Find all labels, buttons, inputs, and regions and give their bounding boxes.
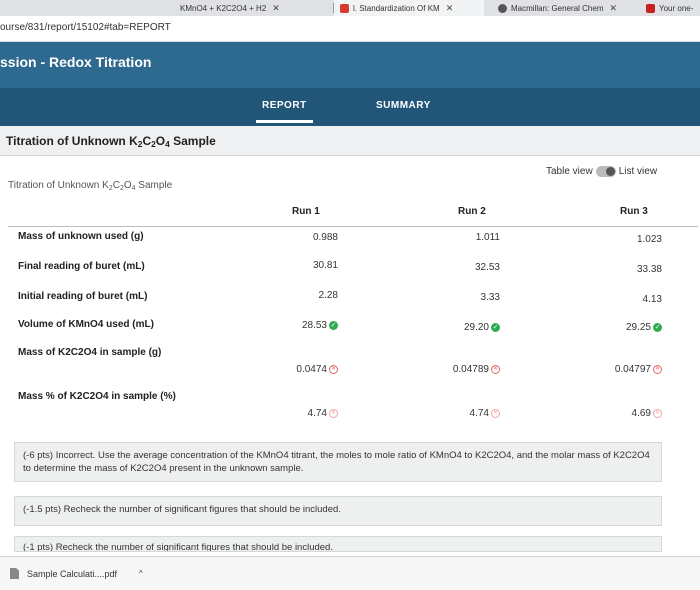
- column-header: Run 1: [292, 206, 320, 217]
- table-cell: 3.33: [480, 292, 500, 303]
- table-cell: 4.74 ✕: [469, 408, 500, 419]
- feedback-text: (-1 pts) Recheck the number of significa…: [23, 542, 333, 552]
- table-cell: 32.53: [474, 262, 500, 273]
- close-icon[interactable]: ✕: [609, 3, 617, 14]
- table-cell: 0.04789 ✕: [452, 364, 500, 375]
- x-circle-icon: ✕: [329, 408, 338, 418]
- checkmark-icon: ✓: [329, 320, 338, 330]
- download-bar: Sample Calculati....pdf ^: [0, 556, 700, 590]
- row-label: Mass of unknown used (g): [18, 231, 144, 242]
- tab-label: Your one-: [659, 3, 694, 13]
- table-cell: 4.13: [642, 294, 662, 305]
- checkmark-icon: ✓: [491, 322, 500, 332]
- browser-tab[interactable]: KMnO4 + K2C2O4 + H2 ✕: [180, 0, 330, 16]
- x-circle-icon: ✕: [491, 408, 500, 418]
- row-label: Initial reading of buret (mL): [18, 291, 148, 302]
- table-cell: 28.53 ✓: [301, 320, 338, 331]
- table-cell: 30.81: [312, 260, 338, 271]
- table-cell: 33.38: [636, 264, 662, 275]
- favicon-icon: [340, 3, 349, 13]
- table-cell: 1.011: [475, 232, 500, 243]
- close-icon[interactable]: ✕: [272, 3, 280, 14]
- view-toggle[interactable]: Table view List view: [546, 166, 657, 177]
- table-cell: 4.69 ✕: [631, 408, 662, 419]
- section-title: Titration of Unknown K2C2O4 Sample: [6, 134, 216, 150]
- checkmark-icon: ✓: [653, 322, 662, 332]
- column-header: Run 2: [458, 206, 486, 217]
- x-circle-icon: ✕: [491, 364, 500, 374]
- toggle-icon[interactable]: [595, 166, 616, 177]
- browser-tab[interactable]: Your one-: [646, 0, 700, 16]
- page-header: ssion - Redox Titration REPORT SUMMARY: [0, 42, 700, 126]
- feedback-text: (-6 pts) Incorrect. Use the average conc…: [23, 450, 650, 474]
- x-circle-icon: ✕: [653, 364, 662, 374]
- table-cell: 29.25 ✓: [625, 322, 662, 333]
- row-label: Final reading of buret (mL): [18, 261, 145, 272]
- download-filename[interactable]: Sample Calculati....pdf: [27, 569, 117, 579]
- table-cell: 4.74 ✕: [307, 408, 338, 419]
- report-tabs: REPORT SUMMARY: [0, 88, 700, 126]
- close-icon[interactable]: ✕: [446, 3, 454, 14]
- feedback-text: (-1.5 pts) Recheck the number of signifi…: [23, 504, 341, 515]
- list-view-label[interactable]: List view: [619, 166, 657, 177]
- column-header: Run 3: [620, 206, 648, 217]
- table-cell: 0.988: [312, 232, 338, 243]
- table-cell: 2.28: [318, 290, 338, 301]
- tab-summary[interactable]: SUMMARY: [376, 100, 431, 111]
- section-header: Titration of Unknown K2C2O4 Sample: [0, 126, 700, 156]
- url-text[interactable]: ourse/831/report/15102#tab=REPORT: [0, 22, 171, 33]
- table-view-label[interactable]: Table view: [546, 166, 593, 177]
- browser-tab[interactable]: Macmillan: General Chem ✕: [492, 0, 642, 16]
- table-cell: 29.20 ✓: [463, 322, 500, 333]
- tab-report[interactable]: REPORT: [256, 100, 313, 123]
- tab-label: KMnO4 + K2C2O4 + H2: [180, 3, 267, 13]
- table-cell: 0.04797 ✕: [614, 364, 662, 375]
- address-bar[interactable]: ourse/831/report/15102#tab=REPORT: [0, 16, 700, 42]
- row-label: Volume of KMnO4 used (mL): [18, 319, 154, 330]
- table-cell: 0.0474 ✕: [296, 364, 338, 375]
- chevron-up-icon[interactable]: ^: [139, 569, 143, 578]
- favicon-icon: [498, 3, 507, 13]
- tab-label: l. Standardization Of KM: [353, 3, 440, 13]
- table-caption: Titration of Unknown K2C2O4 Sample: [8, 180, 173, 192]
- feedback-box: (-1.5 pts) Recheck the number of signifi…: [14, 496, 662, 526]
- x-circle-icon: ✕: [329, 364, 338, 374]
- feedback-box: (-6 pts) Incorrect. Use the average conc…: [14, 442, 662, 482]
- download-item[interactable]: Sample Calculati....pdf ^: [10, 568, 143, 579]
- page-title: ssion - Redox Titration: [0, 54, 152, 70]
- feedback-box: (-1 pts) Recheck the number of significa…: [14, 536, 662, 552]
- browser-tab-strip: KMnO4 + K2C2O4 + H2 ✕ l. Standardization…: [0, 0, 700, 16]
- table-cell: 1.023: [636, 234, 662, 245]
- divider: [8, 226, 698, 227]
- x-circle-icon: ✕: [653, 408, 662, 418]
- gmail-icon: [646, 3, 655, 13]
- file-icon: [10, 568, 19, 579]
- row-label: Mass % of K2C2O4 in sample (%): [18, 391, 176, 402]
- browser-tab-active[interactable]: l. Standardization Of KM ✕: [334, 0, 484, 16]
- tab-label: Macmillan: General Chem: [511, 3, 604, 13]
- row-label: Mass of K2C2O4 in sample (g): [18, 347, 162, 358]
